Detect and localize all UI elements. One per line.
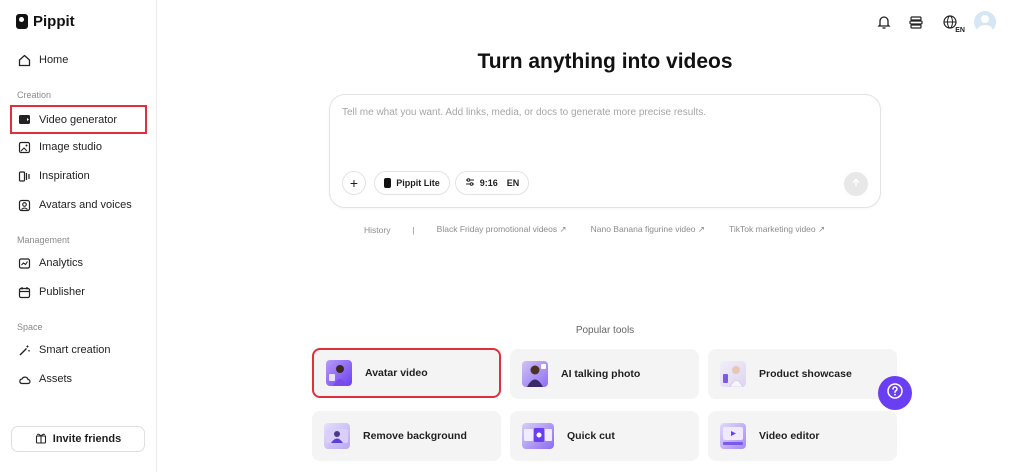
prompt-input[interactable] [342,107,862,118]
stack-icon[interactable] [906,12,926,32]
help-button[interactable] [878,376,912,410]
tool-ai-talking-photo[interactable]: AI talking photo [510,349,699,399]
sidebar-item-label: Video generator [39,113,118,126]
tool-label: Product showcase [759,368,852,380]
model-selector[interactable]: Pippit Lite [374,171,450,195]
suggestion-chip[interactable]: Nano Banana figurine video ↗ [591,224,705,235]
tool-remove-background[interactable]: Remove background [312,411,501,461]
tool-label: Quick cut [567,430,615,442]
app-name: Pippit [33,13,75,30]
section-label-space: Space [17,322,43,332]
gift-icon [35,432,47,447]
bell-icon[interactable] [874,12,894,32]
globe-language-icon[interactable]: EN [938,12,965,34]
tool-quick-cut[interactable]: Quick cut [510,411,699,461]
add-attachment-button[interactable]: + [342,171,366,195]
tool-product-showcase[interactable]: Product showcase [708,349,897,399]
remove-background-thumbnail [324,423,350,449]
language-label: EN [506,178,520,188]
prompt-box: + Pippit Lite 9:16 EN [329,94,881,208]
sidebar-item-inspiration[interactable]: Inspiration [12,163,146,189]
inspiration-icon [18,170,31,183]
tool-label: AI talking photo [561,368,641,380]
settings-selector[interactable]: 9:16 EN [455,171,529,195]
section-label-management: Management [17,235,70,245]
avatar-icon [18,199,31,212]
magic-wand-icon [18,344,31,357]
sidebar-item-image-studio[interactable]: Image studio [12,134,146,160]
sidebar-item-analytics[interactable]: Analytics [12,250,146,276]
popular-tools-label: Popular tools [575,325,635,336]
analytics-icon [18,257,31,270]
invite-friends-label: Invite friends [52,433,122,445]
tool-avatar-video[interactable]: Avatar video [312,348,501,398]
sidebar-item-label: Publisher [39,286,85,298]
divider: | [412,224,415,235]
home-icon [18,54,31,67]
page-title: Turn anything into videos [477,50,733,73]
sidebar-item-home[interactable]: Home [12,47,146,73]
sidebar-item-label: Image studio [39,141,102,153]
arrow-up-icon [851,177,861,191]
plus-icon: + [349,175,359,191]
sidebar: Pippit Home Creation Video generator Ima… [0,0,157,472]
ai-talking-photo-thumbnail [522,361,548,387]
sidebar-item-label: Inspiration [39,170,90,182]
sidebar-item-label: Home [39,54,69,66]
sidebar-item-label: Assets [39,373,73,385]
quick-cut-thumbnail [522,423,554,449]
video-editor-thumbnail [720,423,746,449]
history-link[interactable]: History [364,225,390,235]
cloud-icon [18,373,31,386]
language-label: EN [955,27,965,34]
user-avatar[interactable] [974,11,996,33]
ratio-label: 9:16 [479,178,498,188]
sidebar-item-assets[interactable]: Assets [12,366,146,392]
sidebar-item-smart-creation[interactable]: Smart creation [12,337,146,363]
avatar-video-thumbnail [326,360,352,386]
video-generator-icon [18,113,31,126]
pippit-logo-icon [384,178,392,188]
calendar-icon [18,286,31,299]
sidebar-item-label: Smart creation [39,344,111,356]
sliders-icon [465,177,475,189]
pippit-logo-icon [16,14,28,29]
sidebar-item-publisher[interactable]: Publisher [12,279,146,305]
sidebar-item-label: Analytics [39,257,84,269]
tool-label: Avatar video [365,367,428,379]
suggestion-chip[interactable]: TikTok marketing video ↗ [729,224,825,235]
sidebar-item-video-generator[interactable]: Video generator [10,105,147,134]
product-showcase-thumbnail [720,361,746,387]
image-studio-icon [18,141,31,154]
send-button[interactable] [844,172,868,196]
invite-friends-button[interactable]: Invite friends [11,426,145,452]
suggestions-row: History | Black Friday promotional video… [364,224,849,235]
suggestion-chip[interactable]: Black Friday promotional videos ↗ [437,224,567,235]
tool-video-editor[interactable]: Video editor [708,411,897,461]
section-label-creation: Creation [17,90,52,100]
model-label: Pippit Lite [396,178,440,188]
tool-label: Video editor [759,430,820,442]
header-actions: EN [874,11,996,34]
help-icon [886,382,904,405]
sidebar-item-avatars-voices[interactable]: Avatars and voices [12,192,146,218]
sidebar-item-label: Avatars and voices [39,199,132,211]
app-logo[interactable]: Pippit [16,13,75,30]
tool-label: Remove background [363,430,467,442]
